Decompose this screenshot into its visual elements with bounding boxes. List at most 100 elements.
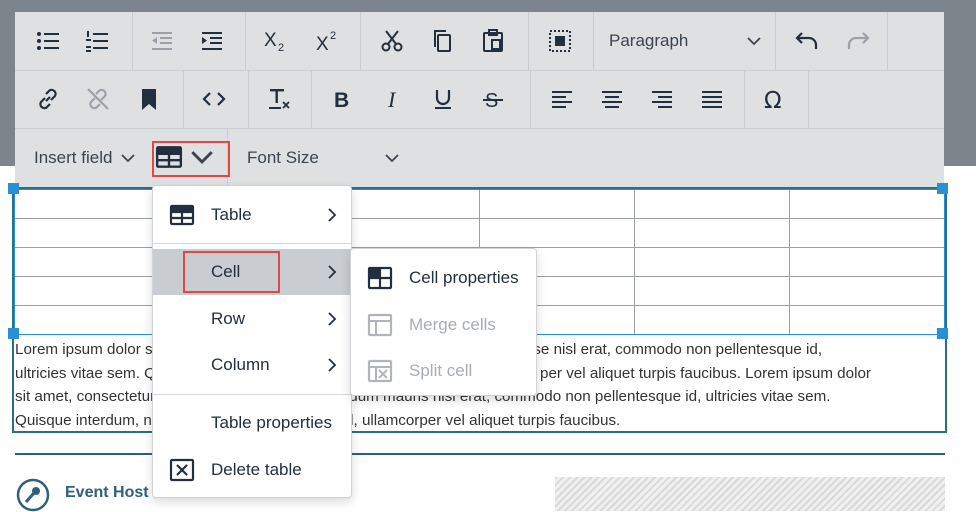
italic-button[interactable]: I (374, 80, 412, 118)
font-size-label: Font Size (247, 148, 319, 167)
block-format-label: Paragraph (609, 31, 689, 50)
align-center-button[interactable] (593, 80, 631, 118)
toolbar-row-2: B I S (15, 70, 944, 129)
toolbar-group-select (528, 12, 594, 70)
menu-item-label: Split cell (409, 361, 473, 380)
select-all-icon (549, 30, 571, 52)
numbered-list-button[interactable] (78, 22, 116, 60)
menu-item-label: Row (211, 309, 246, 328)
chevron-right-icon (328, 358, 337, 372)
resize-handle-top-right[interactable] (937, 183, 948, 194)
svg-text:Ω: Ω (764, 88, 782, 112)
toolbar-group-font-size: Font Size (227, 128, 407, 187)
subscript-button[interactable]: X2 (257, 22, 295, 60)
omega-icon: Ω (764, 88, 782, 112)
table-button-highlight (152, 141, 230, 177)
menu-item-label: Merge cells (409, 315, 496, 334)
undo-icon (795, 32, 818, 49)
cell-item-highlight (183, 251, 280, 293)
menu-item-label: Table properties (211, 413, 332, 432)
superscript-button[interactable]: X2 (309, 22, 347, 60)
menu-item-label: Column (211, 355, 270, 374)
menu-item-label: Delete table (211, 460, 302, 479)
split-cell-icon (367, 359, 393, 383)
menu-item-column[interactable]: Column (153, 342, 351, 388)
toolbar-group-align (530, 70, 745, 128)
toolbar-group-history (775, 12, 888, 70)
event-host-label: Event Host (65, 484, 149, 501)
svg-text:B: B (334, 89, 349, 112)
chevron-right-icon (328, 208, 337, 222)
menu-item-label: Cell properties (409, 268, 519, 287)
redo-button[interactable] (839, 22, 877, 60)
toolbar-group-clear (248, 70, 312, 128)
link-button[interactable] (29, 80, 67, 118)
menu-item-cell-properties[interactable]: Cell properties (351, 255, 536, 301)
chevron-down-icon (121, 154, 136, 163)
paste-button[interactable] (474, 22, 512, 60)
select-all-button[interactable] (541, 22, 579, 60)
toolbar-group-special: Ω (744, 70, 809, 128)
insert-field-label: Insert field (34, 148, 113, 167)
numbered-list-icon (86, 31, 108, 52)
cell-submenu: Cell properties Merge cells Split cell (350, 248, 537, 396)
unlink-button[interactable] (79, 80, 117, 118)
chevron-down-icon (385, 154, 399, 163)
bullet-list-icon (37, 32, 59, 50)
copy-button[interactable] (424, 22, 462, 60)
svg-text:I: I (387, 87, 397, 112)
italic-icon: I (387, 87, 397, 112)
menu-item-delete-table[interactable]: Delete table (153, 447, 351, 493)
align-right-button[interactable] (643, 80, 681, 118)
menu-item-label: Table (211, 205, 252, 224)
outdent-button[interactable] (143, 22, 181, 60)
menu-item-table[interactable]: Table (153, 192, 351, 238)
clear-formatting-button[interactable] (260, 80, 298, 118)
insert-field-menu[interactable]: Insert field (34, 148, 136, 168)
scissors-icon (381, 30, 403, 52)
align-justify-icon (702, 91, 722, 108)
svg-text:2: 2 (330, 30, 336, 42)
bookmark-button[interactable] (130, 80, 168, 118)
underline-button[interactable] (424, 80, 462, 118)
chevron-right-icon (328, 312, 337, 326)
strikethrough-button[interactable]: S (474, 80, 512, 118)
menu-item-row[interactable]: Row (153, 296, 351, 342)
menu-item-split-cell[interactable]: Split cell (351, 348, 536, 394)
merge-cells-icon (367, 313, 393, 337)
font-size-select[interactable]: Font Size (247, 148, 407, 168)
indent-button[interactable] (193, 22, 231, 60)
toolbar-row-1: X2 X2 Paragraph (15, 12, 944, 71)
cut-button[interactable] (373, 22, 411, 60)
align-right-icon (652, 91, 672, 108)
resize-handle-top-left[interactable] (8, 183, 19, 194)
special-character-button[interactable]: Ω (756, 80, 794, 118)
indent-icon (202, 32, 222, 50)
toolbar-group-format: Paragraph (593, 12, 776, 70)
toolbar-group-clipboard (360, 12, 529, 70)
menu-separator (153, 243, 351, 244)
bullet-list-button[interactable] (29, 22, 67, 60)
toolbar-group-links (15, 70, 184, 128)
source-code-button[interactable] (195, 80, 233, 118)
align-left-button[interactable] (543, 80, 581, 118)
menu-item-table-properties[interactable]: Table properties (153, 400, 351, 446)
code-icon (202, 92, 226, 106)
unlink-icon (87, 88, 109, 110)
bold-button[interactable]: B (323, 80, 361, 118)
image-placeholder (555, 477, 945, 511)
toolbar-group-script: X2 X2 (245, 12, 361, 70)
toolbar-group-text-style: B I S (311, 70, 531, 128)
cell-properties-icon (367, 266, 393, 290)
block-format-select[interactable]: Paragraph (609, 31, 769, 51)
justify-button[interactable] (693, 80, 731, 118)
table-icon (169, 204, 195, 226)
superscript-icon: X2 (316, 30, 336, 54)
microphone-icon (16, 478, 50, 512)
menu-item-merge-cells[interactable]: Merge cells (351, 302, 536, 348)
bold-icon: B (334, 89, 349, 112)
link-icon (39, 88, 57, 110)
undo-button[interactable] (788, 22, 826, 60)
menu-separator (153, 394, 351, 395)
toolbar-group-indent (132, 12, 246, 70)
